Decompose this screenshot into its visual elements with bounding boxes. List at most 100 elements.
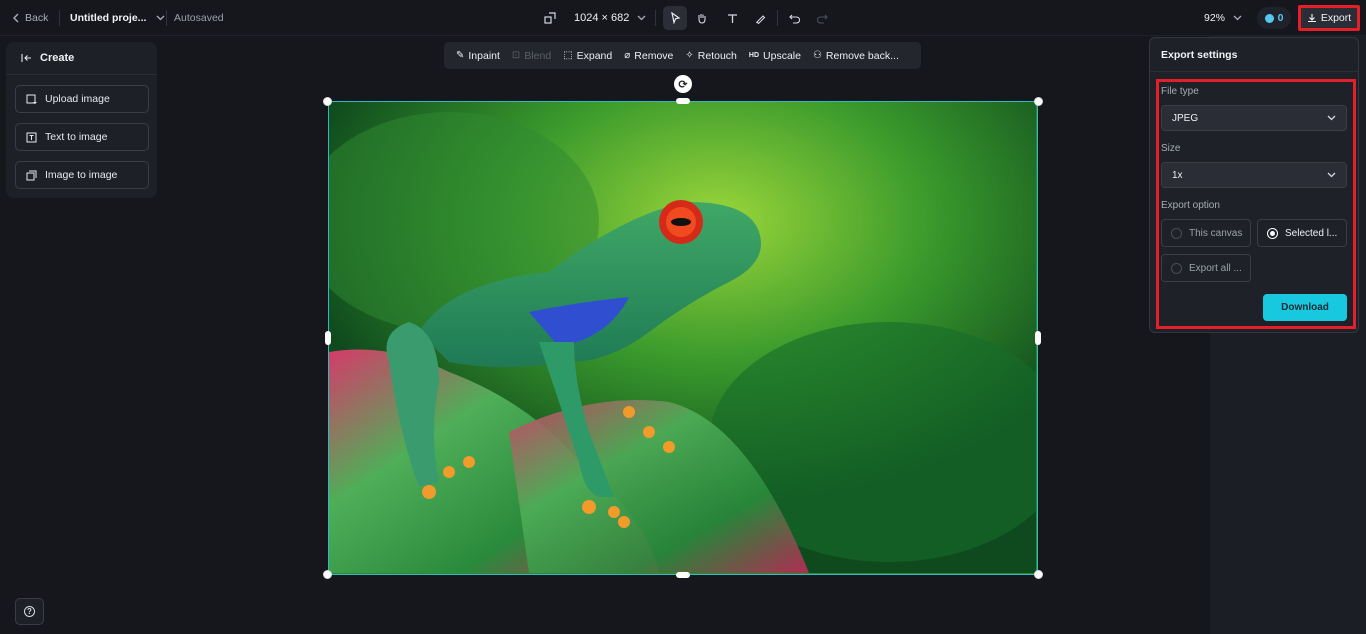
inpaint-label: Inpaint bbox=[468, 49, 500, 62]
option-export-all[interactable]: Export all ... bbox=[1161, 254, 1251, 282]
expand-label: Expand bbox=[576, 49, 613, 62]
hand-icon bbox=[698, 14, 706, 24]
blend-label: Blend bbox=[524, 49, 552, 62]
radio-icon bbox=[1171, 262, 1182, 274]
file-type-select[interactable]: JPEG bbox=[1161, 105, 1347, 131]
image-to-image-button[interactable]: Image to image bbox=[15, 161, 149, 189]
size-value: 1x bbox=[1172, 169, 1183, 181]
text-to-image-label: Text to image bbox=[45, 131, 108, 143]
resize-handle-right[interactable] bbox=[1035, 331, 1041, 345]
canvas-size: 1024 × 682 bbox=[574, 12, 630, 24]
upscale-button[interactable]: HD Upscale bbox=[743, 42, 807, 69]
inpaint-button[interactable]: ✎ Inpaint bbox=[450, 42, 506, 69]
inpaint-icon: ✎ bbox=[456, 50, 465, 61]
resize-handle-top[interactable] bbox=[676, 98, 690, 104]
resize-handle-bottom-right[interactable] bbox=[1034, 570, 1043, 579]
upload-image-icon bbox=[26, 94, 37, 104]
option-selected-layers-label: Selected l... bbox=[1285, 227, 1338, 239]
chevron-down-icon bbox=[637, 15, 646, 21]
create-panel: Create Upload image Text to image Image … bbox=[6, 42, 157, 198]
chevron-down-icon bbox=[1233, 15, 1242, 21]
project-name-dropdown[interactable]: Untitled proje... bbox=[70, 0, 165, 36]
file-type-value: JPEG bbox=[1172, 112, 1199, 124]
credits-count: 0 bbox=[1277, 12, 1284, 24]
chevron-left-icon bbox=[13, 13, 19, 23]
text-to-image-icon bbox=[26, 132, 37, 142]
upload-image-button[interactable]: Upload image bbox=[15, 85, 149, 113]
canvas-image[interactable] bbox=[328, 101, 1038, 575]
remove-background-icon: ⚇ bbox=[812, 50, 822, 61]
blend-button[interactable]: ⊡ Blend bbox=[506, 42, 557, 69]
blend-icon: ⊡ bbox=[511, 50, 521, 61]
resize-handle-top-left[interactable] bbox=[323, 97, 332, 106]
option-selected-layers[interactable]: Selected l... bbox=[1257, 219, 1347, 247]
download-icon bbox=[1307, 14, 1316, 23]
export-settings-panel: Export settings File type JPEG Size 1x E… bbox=[1149, 37, 1359, 333]
redo-button[interactable] bbox=[810, 6, 834, 30]
back-label: Back bbox=[25, 12, 49, 24]
select-icon bbox=[670, 12, 680, 24]
zoom-level: 92% bbox=[1204, 12, 1226, 24]
credits-icon bbox=[1264, 13, 1274, 23]
collapse-left-icon bbox=[21, 54, 31, 62]
upscale-label: Upscale bbox=[763, 49, 801, 62]
pen-tool-button[interactable] bbox=[748, 6, 772, 30]
canvas-size-dropdown[interactable]: 1024 × 682 bbox=[544, 0, 646, 36]
divider bbox=[166, 10, 167, 26]
divider bbox=[777, 10, 778, 26]
autosaved-status: Autosaved bbox=[174, 12, 224, 24]
size-label: Size bbox=[1161, 143, 1181, 154]
expand-button[interactable]: ⬚ Expand bbox=[557, 42, 618, 69]
image-to-image-label: Image to image bbox=[45, 169, 118, 181]
option-this-canvas[interactable]: This canvas bbox=[1161, 219, 1251, 247]
help-icon: ? bbox=[24, 606, 35, 617]
resize-handle-bottom[interactable] bbox=[676, 572, 690, 578]
export-option-label: Export option bbox=[1161, 200, 1220, 211]
export-label: Export bbox=[1320, 12, 1352, 24]
create-panel-header[interactable]: Create bbox=[6, 42, 157, 75]
pen-icon bbox=[755, 14, 765, 24]
chevron-down-icon bbox=[1327, 115, 1336, 121]
select-tool-button[interactable] bbox=[663, 6, 687, 30]
size-select[interactable]: 1x bbox=[1161, 162, 1347, 188]
radio-selected-icon bbox=[1267, 227, 1278, 239]
download-button[interactable]: Download bbox=[1263, 294, 1347, 321]
resize-handle-bottom-left[interactable] bbox=[323, 570, 332, 579]
resize-icon bbox=[544, 12, 556, 24]
remove-label: Remove bbox=[634, 49, 674, 62]
remove-background-label: Remove back... bbox=[825, 49, 899, 62]
credits-badge[interactable]: 0 bbox=[1257, 7, 1291, 29]
resize-handle-left[interactable] bbox=[325, 331, 331, 345]
option-this-canvas-label: This canvas bbox=[1189, 227, 1243, 239]
divider bbox=[655, 10, 656, 26]
divider bbox=[59, 10, 60, 26]
image-to-image-icon bbox=[26, 170, 37, 180]
retouch-icon: ✧ bbox=[685, 50, 694, 61]
help-button[interactable]: ? bbox=[15, 598, 44, 625]
option-export-all-label: Export all ... bbox=[1189, 262, 1242, 274]
radio-icon bbox=[1171, 227, 1182, 239]
back-button[interactable]: Back bbox=[12, 0, 48, 36]
frog-photo bbox=[329, 102, 1037, 573]
chevron-down-icon bbox=[156, 15, 165, 21]
create-panel-title: Create bbox=[40, 52, 75, 64]
export-button[interactable]: Export bbox=[1298, 5, 1360, 31]
remove-button[interactable]: ⌀ Remove bbox=[618, 42, 679, 69]
export-settings-title: Export settings bbox=[1150, 38, 1358, 72]
chevron-down-icon bbox=[1327, 172, 1336, 178]
eraser-icon: ⌀ bbox=[624, 50, 631, 61]
resize-handle-top-right[interactable] bbox=[1034, 97, 1043, 106]
remove-background-button[interactable]: ⚇ Remove back... bbox=[807, 42, 905, 69]
zoom-dropdown[interactable]: 92% bbox=[1204, 0, 1242, 36]
text-to-image-button[interactable]: Text to image bbox=[15, 123, 149, 151]
undo-button[interactable] bbox=[783, 6, 807, 30]
retouch-label: Retouch bbox=[697, 49, 737, 62]
hand-tool-button[interactable] bbox=[690, 6, 714, 30]
redo-icon bbox=[816, 14, 828, 24]
file-type-label: File type bbox=[1161, 86, 1199, 97]
expand-icon: ⬚ bbox=[563, 50, 573, 61]
rotate-handle-icon[interactable]: ⟳ bbox=[674, 75, 692, 93]
project-name: Untitled proje... bbox=[70, 12, 147, 24]
retouch-button[interactable]: ✧ Retouch bbox=[679, 42, 743, 69]
text-tool-button[interactable] bbox=[720, 6, 744, 30]
